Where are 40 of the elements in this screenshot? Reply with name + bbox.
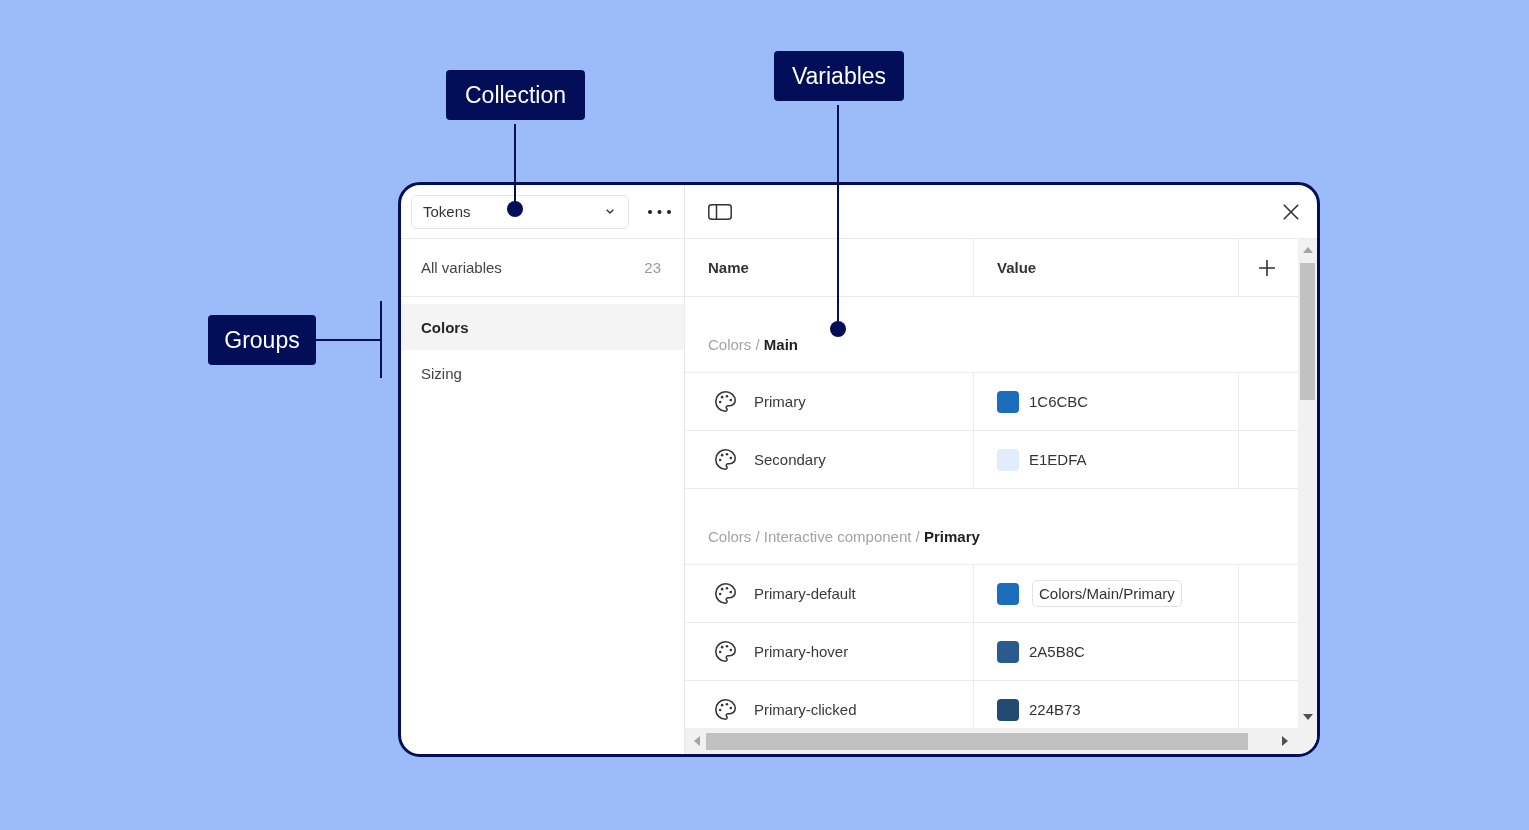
palette-icon: [715, 583, 736, 604]
close-button[interactable]: [1283, 203, 1299, 220]
group-item[interactable]: Sizing: [401, 350, 684, 396]
variable-name: Primary-hover: [754, 643, 849, 660]
scrollbar-thumb[interactable]: [1300, 263, 1315, 400]
callout-label: Variables: [774, 51, 904, 101]
variable-name: Primary: [754, 393, 806, 410]
variable-count: 23: [644, 259, 661, 276]
variable-name: Primary-default: [754, 585, 856, 602]
palette-icon: [715, 641, 736, 662]
variable-name: Primary-clicked: [754, 701, 857, 718]
color-value: 224B73: [1029, 701, 1081, 718]
sidebar-toggle-button[interactable]: [708, 203, 732, 220]
column-header: Name: [708, 259, 749, 276]
plus-icon: [1259, 259, 1275, 276]
variable-name: Secondary: [754, 451, 826, 468]
more-icon: [648, 209, 671, 214]
alias-reference[interactable]: Colors/Main/Primary: [1032, 580, 1182, 607]
chevron-down-icon: [606, 209, 614, 214]
color-value: 2A5B8C: [1029, 643, 1085, 660]
color-value: 1C6CBC: [1029, 393, 1089, 410]
close-icon: [1283, 203, 1299, 220]
palette-icon: [715, 699, 736, 720]
group-item[interactable]: Colors: [401, 304, 684, 350]
all-variables-link[interactable]: All variables: [421, 259, 502, 276]
scrollbar-thumb[interactable]: [706, 732, 1248, 750]
horizontal-scrollbar[interactable]: [685, 728, 1298, 754]
scroll-down-icon[interactable]: [1302, 714, 1313, 720]
scroll-right-icon[interactable]: [1282, 736, 1288, 746]
color-value: E1EDFA: [1029, 451, 1087, 468]
vertical-scrollbar[interactable]: [1298, 239, 1317, 728]
group-path-heading: Colors / Interactive component / Primary: [708, 527, 980, 547]
group-path-heading: Colors / Main: [708, 335, 799, 355]
palette-icon: [715, 391, 736, 412]
callout-label: Collection: [446, 70, 585, 120]
sidebar-panel-icon: [708, 203, 732, 220]
column-header: Value: [997, 259, 1037, 276]
callout-label: Groups: [208, 315, 316, 365]
add-variable-button[interactable]: [1259, 259, 1275, 276]
palette-icon: [715, 449, 736, 470]
